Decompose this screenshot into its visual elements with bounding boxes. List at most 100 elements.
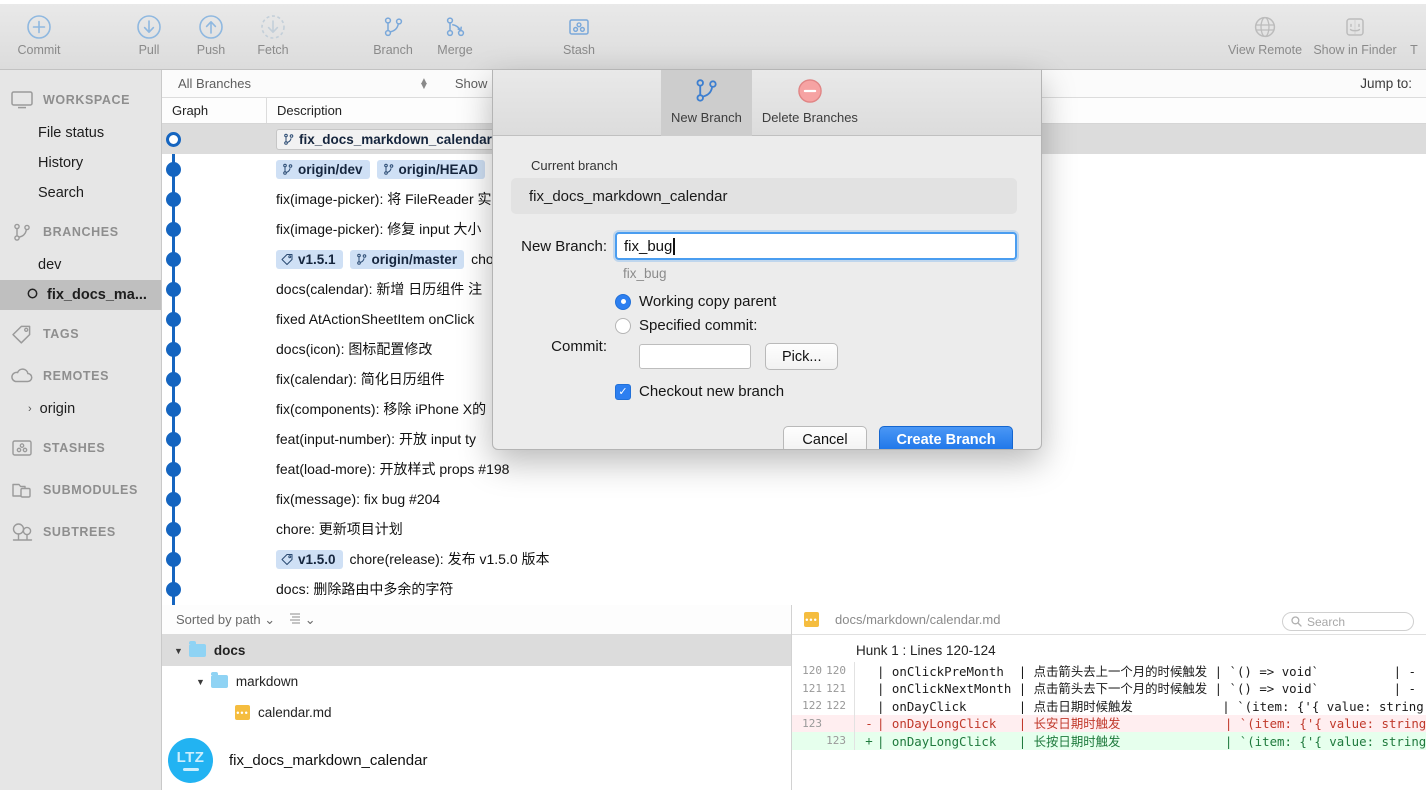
stepper-icon[interactable]: ▲ ▼ [419,76,429,91]
toolbar-show-in-finder-button[interactable]: Show in Finder [1308,4,1402,57]
view-mode-dropdown[interactable]: ⌄ [289,612,316,628]
toolbar-branch-button[interactable]: Branch [362,4,424,57]
toolbar-merge-button[interactable]: Merge [424,4,486,57]
toolbar-stash-button[interactable]: Stash [548,4,610,57]
file-tree-row[interactable]: ▼ markdown [162,666,791,697]
graph-node [166,492,181,507]
file-tree-row[interactable]: ••• calendar.md [162,697,791,728]
sidebar-item-origin[interactable]: › origin [0,394,161,424]
graph-node [166,552,181,567]
branch-badge[interactable]: origin/dev [276,159,370,179]
commit-description: feat(input-number): 开放 input ty [266,429,476,449]
radio-specified-label: Specified commit: [639,317,758,334]
badge-label: origin/dev [298,161,363,177]
disclosure-triangle-icon[interactable]: ▼ [196,677,205,687]
commit-option-row: Commit: Working copy parent Specified co… [511,293,1017,400]
toolbar-terminal-label: T [1410,43,1418,57]
commit-graph-cell [162,184,266,214]
toolbar-pull-button[interactable]: Pull [118,4,180,57]
toolbar-left-group: Commit Pull Push Fetch Branch Merge Stas… [0,4,610,57]
avatar-mouth [182,767,199,771]
toolbar-view-remote-label: View Remote [1227,43,1303,57]
commit-graph-cell [162,214,266,244]
submodule-icon [10,481,34,500]
sidebar-section-tags-label: TAGS [43,327,80,341]
branch-filter-select[interactable]: All Branches [162,76,251,91]
sidebar-item-fix-docs-markdown[interactable]: fix_docs_ma... [0,280,161,310]
dialog-button-row: Cancel Create Branch [511,426,1017,449]
commit-row[interactable]: docs: 删除路由中多余的字符 [162,574,1426,604]
toolbar-commit-button[interactable]: Commit [8,4,70,57]
sidebar-section-tags[interactable]: TAGS [0,316,161,352]
toolbar-terminal-button[interactable]: T [1402,4,1426,57]
badge-label: origin/HEAD [398,161,479,177]
column-header-graph[interactable]: Graph [162,103,266,118]
new-branch-dialog[interactable]: New Branch Delete Branches Current branc… [492,70,1042,450]
checkbox-checked[interactable]: ✓ [615,383,631,400]
sort-by-path-dropdown[interactable]: Sorted by path ⌄ [176,612,275,628]
sidebar-item-search[interactable]: Search [0,178,161,208]
sidebar-section-remotes[interactable]: REMOTES [0,358,161,394]
chevron-right-icon: › [28,403,32,415]
radio-button-unselected[interactable] [615,317,631,334]
diff-line: 123 - | onDayLongClick | 长安日期时触发 | `(item:… [792,714,1426,732]
toolbar-push-button[interactable]: Push [180,4,242,57]
pick-button[interactable]: Pick... [765,343,839,370]
tag-badge[interactable]: v1.5.1 [276,249,343,269]
tag-badge[interactable]: v1.5.0 [276,549,343,569]
sidebar-section-branches[interactable]: BRANCHES [0,214,161,250]
specified-commit-input[interactable] [639,344,751,369]
commit-row[interactable]: chore: 更新项目计划 [162,514,1426,544]
commit-graph-cell [162,574,266,604]
diff-new-lineno: 120 [826,664,846,678]
commit-description: origin/dev origin/HEAD [266,159,522,179]
sidebar-item-label: dev [38,257,62,273]
commit-graph-cell [162,424,266,454]
sidebar-item-label: Search [38,185,84,201]
commit-graph-cell [162,274,266,304]
create-branch-button[interactable]: Create Branch [879,426,1013,449]
file-tree[interactable]: ▼ docs ▼ markdown ••• calendar.md [162,635,791,728]
graph-node [166,252,181,267]
branch-badge[interactable]: origin/master [349,249,465,269]
sidebar-section-workspace[interactable]: WORKSPACE [0,82,161,118]
toolbar-branch-label: Branch [373,43,413,57]
sidebar[interactable]: WORKSPACE File status History Search BRA… [0,70,162,790]
commit-row[interactable]: feat(load-more): 开放样式 props #198 [162,454,1426,484]
disclosure-triangle-icon[interactable]: ▼ [174,646,183,656]
sidebar-section-subtrees[interactable]: SUBTREES [0,514,161,550]
toolbar-view-remote-button[interactable]: View Remote [1222,4,1308,57]
diff-sign: + [865,733,873,749]
tab-new-branch[interactable]: New Branch [661,70,752,136]
sidebar-item-dev[interactable]: dev [0,250,161,280]
toolbar-fetch-button[interactable]: Fetch [242,4,304,57]
sidebar-item-file-status[interactable]: File status [0,118,161,148]
checkout-new-branch-row[interactable]: ✓ Checkout new branch [615,383,1017,400]
diff-lines[interactable]: 120 120 | onClickPreMonth | 点击箭头去上一个月的时候触发… [792,662,1426,750]
commit-row[interactable]: v1.5.0 chore(release): 发布 v1.5.0 版本 [162,544,1426,574]
branch-badge[interactable]: origin/HEAD [376,159,486,179]
sidebar-section-stashes[interactable]: STASHES [0,430,161,466]
cancel-button[interactable]: Cancel [783,426,867,449]
radio-button-selected[interactable] [615,293,631,310]
branch-badge[interactable]: fix_docs_markdown_calendar [276,128,500,150]
diff-line: 121 121 | onClickNextMonth | 点击箭头去下一个月的时候触… [792,679,1426,697]
diff-gutter-divider [854,679,855,697]
stash-icon [10,439,34,457]
diff-line: 120 120 | onClickPreMonth | 点击箭头去上一个月的时候触发… [792,662,1426,680]
badge-label: origin/master [371,251,458,267]
radio-specified-commit[interactable]: Specified commit: [615,317,1017,334]
sidebar-section-submodules[interactable]: SUBMODULES [0,472,161,508]
commit-description: feat(load-more): 开放样式 props #198 [266,459,509,479]
tab-delete-branches[interactable]: Delete Branches [752,70,868,136]
diff-old-lineno: 120 [802,664,822,678]
sidebar-item-history[interactable]: History [0,148,161,178]
radio-working-copy-parent[interactable]: Working copy parent [615,293,1017,310]
commit-row[interactable]: fix(message): fix bug #204 [162,484,1426,514]
tab-new-branch-label: New Branch [671,110,742,125]
new-branch-input[interactable]: fix_bug [615,232,1017,260]
file-tree-row[interactable]: ▼ docs [162,635,791,666]
file-search-box[interactable]: Search [1282,612,1414,631]
sidebar-section-submodules-label: SUBMODULES [43,483,138,497]
finder-icon [1342,12,1368,42]
